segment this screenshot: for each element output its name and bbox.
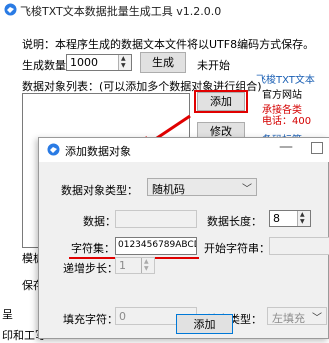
charset-label: 字符集： (71, 242, 115, 255)
type-label: 数据对象类型： (61, 184, 138, 197)
fill-char-value: 0 (119, 310, 126, 323)
step-stepper-arrows[interactable]: ▲ ▼ (141, 258, 154, 273)
stepper-up-icon[interactable]: ▲ (300, 211, 305, 218)
count-value: 1000 (70, 56, 98, 69)
minimize-icon[interactable]: — (279, 139, 293, 155)
dialog-title-bar: 添加数据对象 — (39, 138, 329, 162)
chevron-down-icon: ﹀ (242, 184, 252, 195)
side-phone: 电话：400 (262, 116, 312, 127)
data-label: 数据： (83, 215, 116, 228)
stepper-down-icon[interactable]: ▼ (300, 218, 305, 225)
chevron-down-icon: ﹀ (312, 313, 322, 324)
start-string-label: 开始字符串： (204, 242, 270, 255)
count-stepper[interactable]: 1000 ▲ ▼ (66, 54, 132, 71)
main-title-bar: 飞梭TXT文本数据批量生成工具 v1.2.0.0 (0, 0, 329, 20)
stepper-up-icon[interactable]: ▲ (144, 258, 149, 265)
fill-type-value: 左填充 (272, 312, 305, 325)
charset-field[interactable]: 0123456789ABCDEF (115, 237, 197, 255)
data-field[interactable] (115, 210, 197, 228)
step-label: 递增步长： (63, 262, 118, 275)
fill-type-select[interactable]: 左填充 ﹀ (267, 307, 327, 325)
side-brand: 飞梭TXT文本 (256, 75, 315, 86)
length-stepper[interactable]: 8 ▲ ▼ (269, 210, 311, 227)
length-stepper-arrows[interactable]: ▲ ▼ (297, 211, 310, 226)
stepper-down-icon[interactable]: ▼ (144, 265, 149, 272)
start-string-field[interactable] (269, 237, 329, 255)
generate-button[interactable]: 生成 (140, 52, 186, 73)
app-icon (4, 3, 17, 16)
dialog-app-icon (47, 143, 60, 156)
dialog-add-button[interactable]: 添加 (176, 314, 233, 334)
bottom-text-1: 呈 (2, 308, 13, 321)
type-select[interactable]: 随机码 ﹀ (147, 178, 257, 196)
status-text: 未开始 (197, 59, 230, 72)
side-site: 官方网站 (262, 90, 302, 101)
length-value: 8 (273, 212, 280, 225)
step-value: 1 (119, 259, 126, 272)
info-note: 说明：本程序生成的数据文本文件将以UTF8编码方式保存。 (22, 38, 315, 51)
fill-char-label: 填充字符： (63, 313, 118, 326)
count-stepper-arrows[interactable]: ▲ ▼ (118, 55, 131, 70)
maximize-icon[interactable] (311, 142, 323, 154)
type-select-value: 随机码 (152, 183, 185, 196)
dialog-title: 添加数据对象 (65, 145, 131, 158)
charset-value: 0123456789ABCDEF (118, 240, 196, 250)
add-button[interactable]: 添加 (197, 92, 245, 111)
length-label: 数据长度： (207, 215, 262, 228)
add-data-object-dialog: 添加数据对象 — 数据对象类型： 随机码 ﹀ 数据： 数据长度： 8 ▲ ▼ 字… (38, 137, 329, 339)
stepper-down-icon[interactable]: ▼ (121, 62, 126, 69)
main-title: 飞梭TXT文本数据批量生成工具 v1.2.0.0 (20, 5, 222, 18)
step-stepper[interactable]: 1 ▲ ▼ (115, 257, 155, 274)
stepper-up-icon[interactable]: ▲ (121, 55, 126, 62)
